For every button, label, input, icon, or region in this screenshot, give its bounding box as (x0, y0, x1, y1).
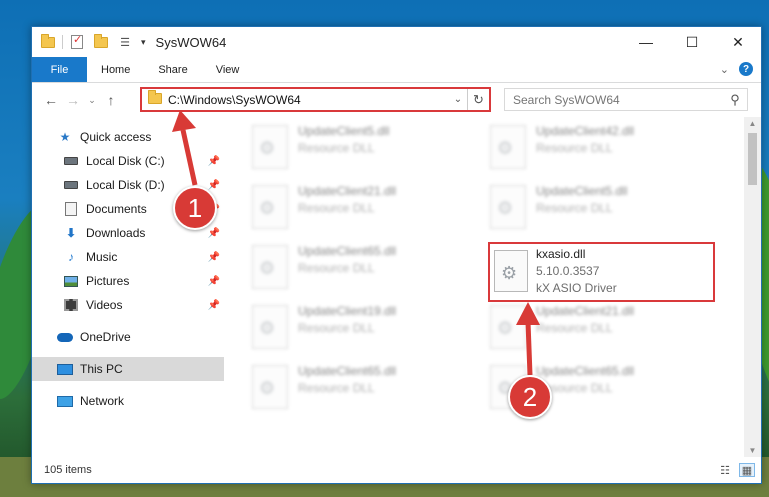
callout-badge-2: 2 (508, 375, 552, 419)
arrow-1 (172, 110, 198, 186)
arrow-2 (516, 302, 540, 376)
callout-arrows (172, 110, 540, 376)
callout-badge-1: 1 (173, 186, 217, 230)
